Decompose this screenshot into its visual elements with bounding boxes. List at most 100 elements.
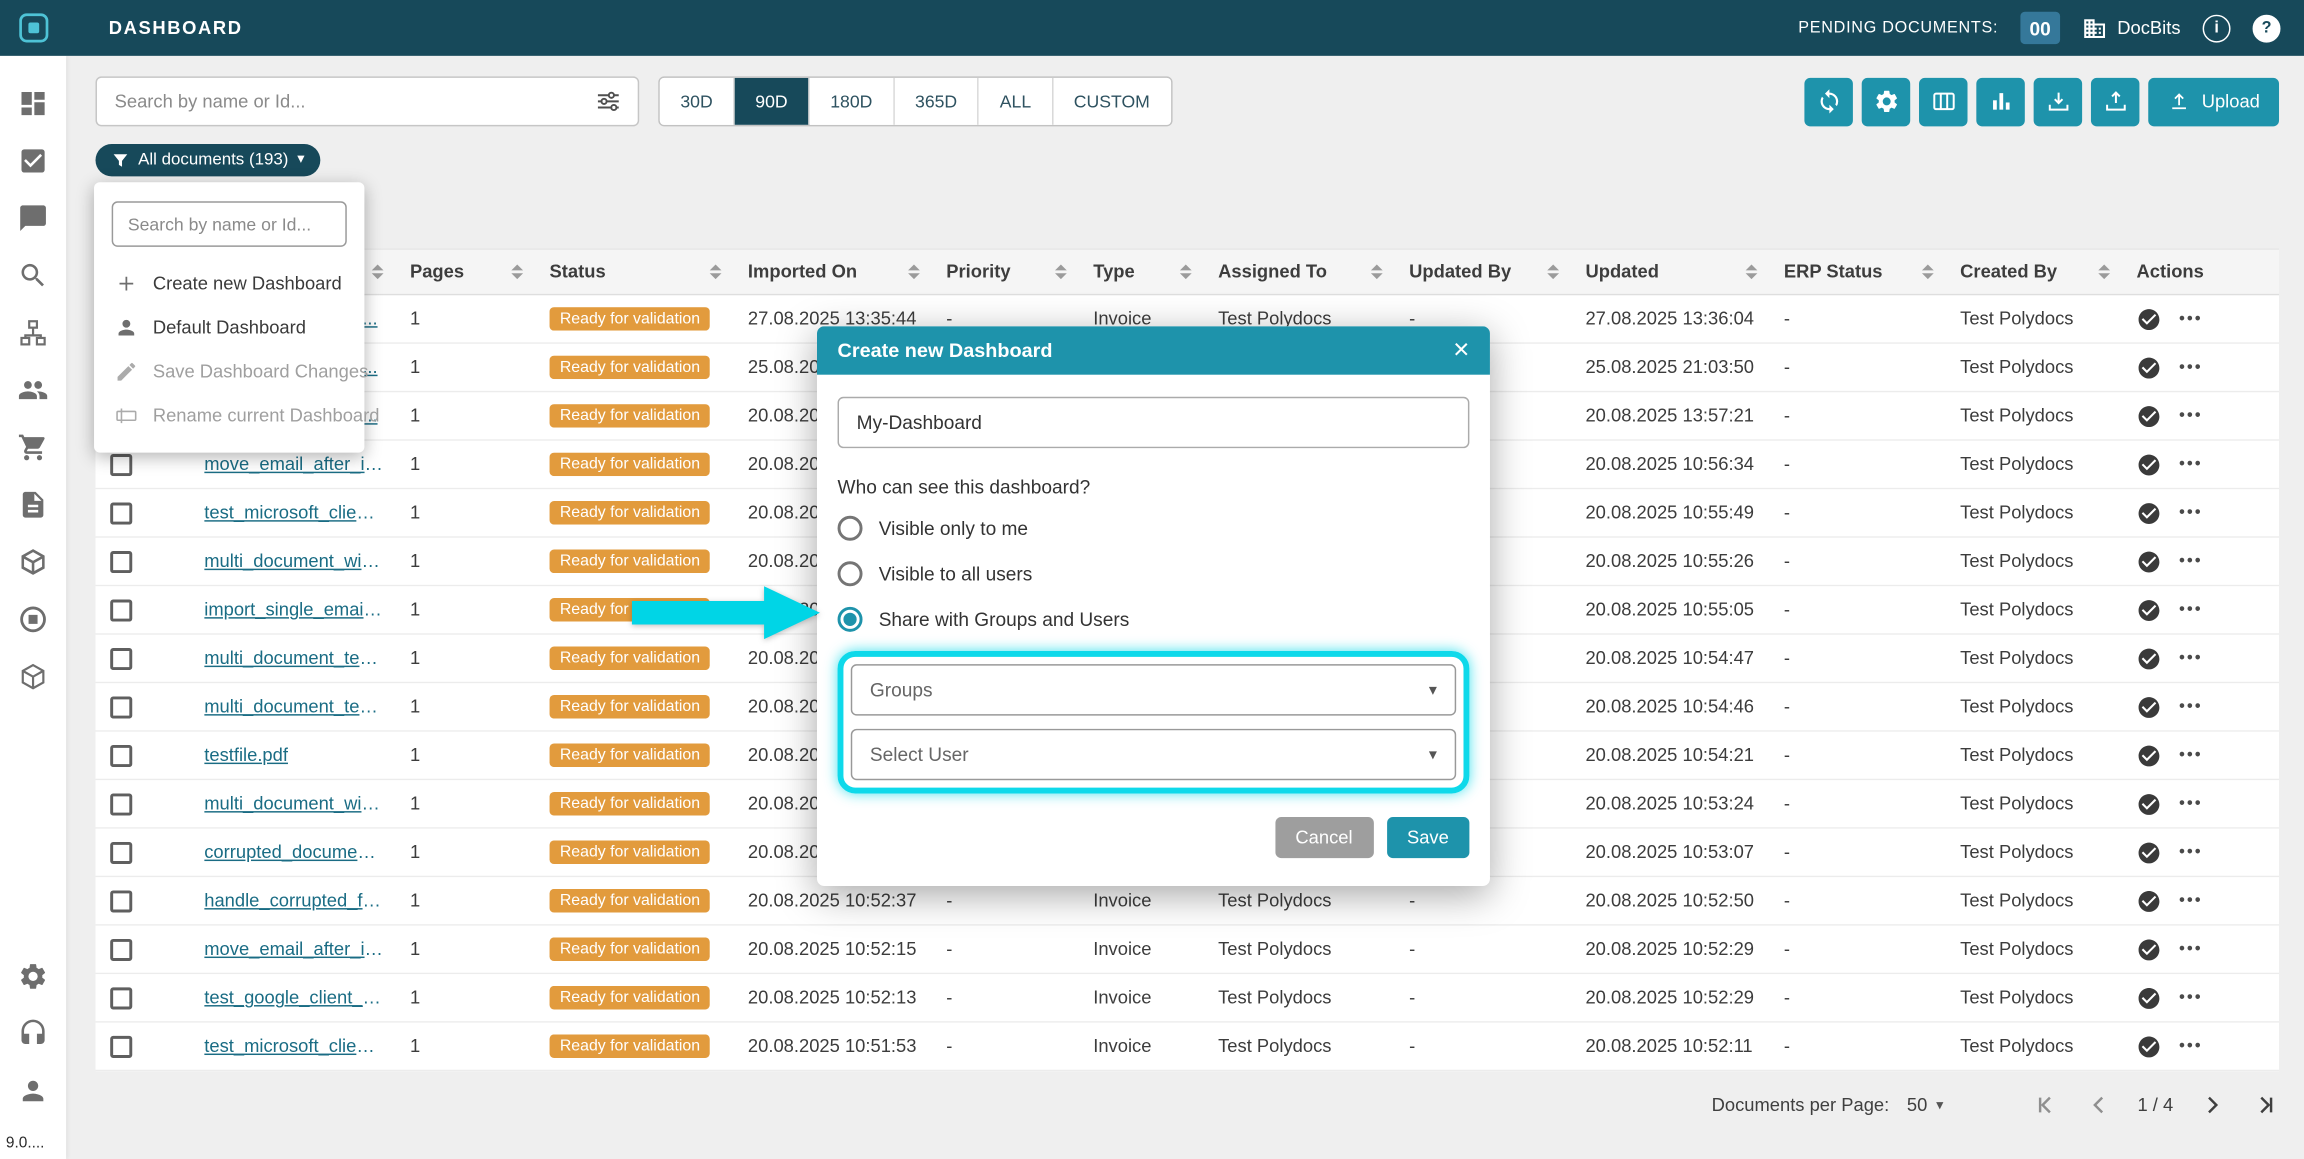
row-actions-button[interactable]: ••• xyxy=(2179,940,2203,958)
row-checkbox[interactable] xyxy=(110,550,132,572)
radio-icon[interactable] xyxy=(838,606,863,631)
row-checkbox[interactable] xyxy=(110,793,132,815)
document-link[interactable]: handle_corrupted_file... xyxy=(204,891,383,912)
refresh-button[interactable] xyxy=(1805,77,1853,125)
visibility-option[interactable]: Visible to all users xyxy=(838,557,1470,589)
row-actions-button[interactable]: ••• xyxy=(2179,456,2203,474)
radio-icon[interactable] xyxy=(838,515,863,540)
documents-filter-chip[interactable]: All documents (193) ▾ xyxy=(96,144,321,176)
app-logo[interactable] xyxy=(0,12,66,44)
column-header-created-by[interactable]: Created By xyxy=(1945,250,2121,294)
document-link[interactable]: multi_document_test... xyxy=(204,649,383,670)
column-header-status[interactable]: Status xyxy=(535,250,733,294)
visibility-option[interactable]: Visible only to me xyxy=(838,511,1470,543)
row-checkbox[interactable] xyxy=(110,599,132,621)
document-link[interactable]: test_google_client_20... xyxy=(204,988,383,1009)
row-actions-button[interactable]: ••• xyxy=(2179,795,2203,813)
sidebar-item-packages[interactable] xyxy=(0,533,66,590)
document-link[interactable]: testfile.pdf xyxy=(204,745,288,766)
row-checkbox[interactable] xyxy=(110,696,132,718)
row-actions-button[interactable]: ••• xyxy=(2179,552,2203,570)
sidebar-item-validation[interactable] xyxy=(0,132,66,189)
document-link[interactable]: test_microsoft_client... xyxy=(204,1036,383,1057)
sort-icon[interactable] xyxy=(1734,264,1758,279)
statistics-button[interactable] xyxy=(1977,77,2025,125)
sort-icon[interactable] xyxy=(1910,264,1934,279)
menu-item-save-dashboard-changes[interactable]: Save Dashboard Changes xyxy=(112,350,347,394)
row-actions-button[interactable]: ••• xyxy=(2179,698,2203,716)
document-link[interactable]: corrupted_document... xyxy=(204,842,383,863)
last-page-button[interactable] xyxy=(2250,1090,2279,1119)
sidebar-item-chat[interactable] xyxy=(0,190,66,247)
row-actions-button[interactable]: ••• xyxy=(2179,407,2203,425)
row-checkbox[interactable] xyxy=(110,890,132,912)
document-link[interactable]: test_microsoft_client... xyxy=(204,503,383,524)
sort-icon[interactable] xyxy=(698,264,722,279)
previous-page-button[interactable] xyxy=(2085,1090,2114,1119)
range-all-button[interactable]: ALL xyxy=(979,78,1053,125)
download-button[interactable] xyxy=(2034,77,2082,125)
document-link[interactable]: import_single_email_... xyxy=(204,600,383,621)
organization-button[interactable]: DocBits xyxy=(2082,15,2181,40)
column-header-updated[interactable]: Updated xyxy=(1571,250,1769,294)
range-30d-button[interactable]: 30D xyxy=(660,78,735,125)
sidebar-item-integrations[interactable] xyxy=(0,591,66,648)
row-checkbox[interactable] xyxy=(110,841,132,863)
row-actions-button[interactable]: ••• xyxy=(2179,504,2203,522)
search-input[interactable] xyxy=(97,91,594,112)
sidebar-item-search[interactable] xyxy=(0,247,66,304)
sidebar-item-user-groups[interactable] xyxy=(0,361,66,418)
filter-settings-icon[interactable] xyxy=(594,87,623,116)
info-button[interactable]: i xyxy=(2203,14,2231,42)
range-90d-button[interactable]: 90D xyxy=(735,78,810,125)
sort-icon[interactable] xyxy=(896,264,920,279)
sort-icon[interactable] xyxy=(1043,264,1067,279)
row-checkbox[interactable] xyxy=(110,502,132,524)
menu-item-default-dashboard[interactable]: Default Dashboard xyxy=(112,306,347,350)
column-header-priority[interactable]: Priority xyxy=(932,250,1079,294)
sort-icon[interactable] xyxy=(1536,264,1560,279)
visibility-option[interactable]: Share with Groups and Users xyxy=(838,602,1470,634)
layout-button[interactable] xyxy=(1920,77,1968,125)
save-button[interactable]: Save xyxy=(1386,817,1469,858)
sort-icon[interactable] xyxy=(2087,264,2111,279)
menu-item-create-new-dashboard[interactable]: Create new Dashboard xyxy=(112,262,347,306)
row-checkbox[interactable] xyxy=(110,987,132,1009)
row-actions-button[interactable]: ••• xyxy=(2179,989,2203,1007)
groups-select[interactable]: Groups ▾ xyxy=(851,664,1456,715)
radio-icon[interactable] xyxy=(838,561,863,586)
column-header-updated-by[interactable]: Updated By xyxy=(1394,250,1570,294)
sidebar-item-support[interactable] xyxy=(0,1005,66,1062)
close-icon[interactable]: × xyxy=(1453,336,1469,364)
row-checkbox[interactable] xyxy=(110,744,132,766)
document-link[interactable]: multi_document_test... xyxy=(204,697,383,718)
upload-button[interactable]: Upload xyxy=(2149,77,2279,125)
sidebar-item-account[interactable] xyxy=(0,1062,66,1119)
sidebar-item-documents[interactable] xyxy=(0,476,66,533)
row-actions-button[interactable]: ••• xyxy=(2179,649,2203,667)
row-actions-button[interactable]: ••• xyxy=(2179,601,2203,619)
sort-icon[interactable] xyxy=(500,264,524,279)
dashboard-name-input[interactable] xyxy=(838,397,1470,448)
menu-item-rename-current-dashboard[interactable]: Rename current Dashboard xyxy=(112,394,347,438)
sidebar-item-workflow[interactable] xyxy=(0,304,66,361)
next-page-button[interactable] xyxy=(2197,1090,2226,1119)
range-custom-button[interactable]: CUSTOM xyxy=(1053,78,1170,125)
sidebar-item-settings[interactable] xyxy=(0,948,66,1005)
column-header-imported-on[interactable]: Imported On xyxy=(733,250,931,294)
sort-icon[interactable] xyxy=(1359,264,1383,279)
row-actions-button[interactable]: ••• xyxy=(2179,359,2203,377)
help-button[interactable]: ? xyxy=(2253,14,2281,42)
export-button[interactable] xyxy=(2091,77,2139,125)
column-header-type[interactable]: Type xyxy=(1079,250,1204,294)
row-checkbox[interactable] xyxy=(110,938,132,960)
document-link[interactable]: multi_document_with... xyxy=(204,794,383,815)
document-link[interactable]: move_email_after_im... xyxy=(204,455,383,476)
row-checkbox[interactable] xyxy=(110,1035,132,1057)
row-actions-button[interactable]: ••• xyxy=(2179,1037,2203,1055)
column-header-erp-status[interactable]: ERP Status xyxy=(1769,250,1945,294)
row-actions-button[interactable]: ••• xyxy=(2179,843,2203,861)
range-180d-button[interactable]: 180D xyxy=(810,78,895,125)
row-actions-button[interactable]: ••• xyxy=(2179,310,2203,328)
per-page-select[interactable]: 50 ▾ xyxy=(1907,1095,1944,1116)
